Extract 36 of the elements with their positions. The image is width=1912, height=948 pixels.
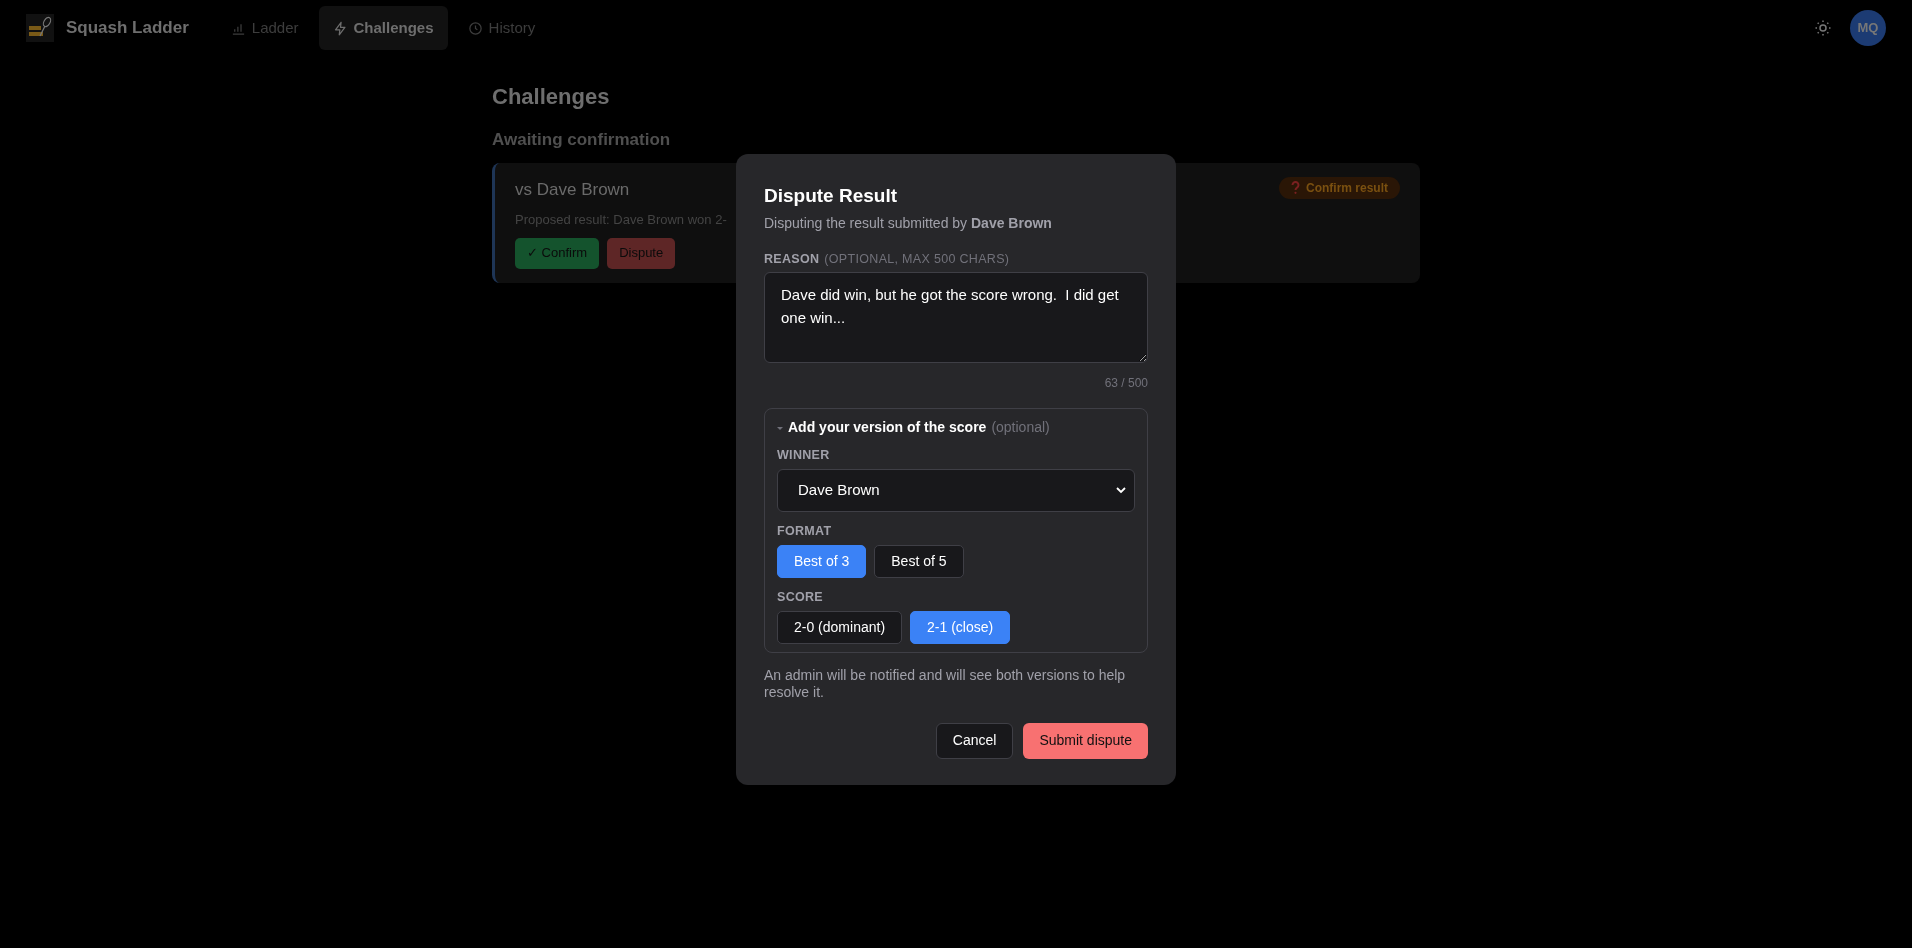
field-label: REASON — [764, 250, 820, 268]
lightning-icon — [332, 20, 348, 36]
question-mark-icon — [1291, 181, 1300, 194]
reason-field[interactable]: Dave did win, but he got the score wrong. I did get one win... — [764, 272, 1148, 364]
dialog-note: An admin will be notified and will see both versions to help resolve it. — [764, 666, 1127, 701]
nav-tab[interactable]: Challenges — [318, 6, 448, 50]
confirm-button[interactable]: ✓ Confirm — [515, 237, 600, 269]
sun-icon[interactable] — [1814, 19, 1832, 37]
score-option[interactable]: 2-1 (close) — [910, 610, 1011, 644]
character-counter: 63 / 500 — [1103, 375, 1148, 393]
chevron-down-icon — [1116, 487, 1126, 494]
nav-tab[interactable]: History — [453, 6, 550, 50]
winner-select[interactable]: Dave Brown — [777, 469, 1135, 512]
submit-button[interactable]: Submit dispute — [1023, 722, 1148, 759]
field-hint: (OPTIONAL, MAX 500 CHARS) — [824, 250, 1010, 268]
status-badge: Confirm result — [1279, 176, 1400, 199]
cancel-button[interactable]: Cancel — [935, 722, 1014, 759]
logo-icon — [26, 14, 54, 42]
score-option[interactable]: 2-0 (dominant) — [777, 610, 903, 644]
field-label: FORMAT — [777, 523, 833, 540]
field-label: SCORE — [777, 588, 824, 606]
section-heading: Awaiting confirmation — [492, 129, 672, 151]
dialog-title: Dispute Result — [764, 184, 899, 208]
opponent-name: vs Dave Brown — [515, 178, 630, 201]
field-label: WINNER — [777, 447, 831, 465]
disclosure-icon[interactable] — [777, 425, 783, 430]
format-option[interactable]: Best of 3 — [777, 544, 867, 578]
clock-icon — [467, 20, 483, 36]
user-avatar[interactable]: MQ — [1850, 10, 1886, 46]
section-title[interactable]: Add your version of the score — [788, 417, 987, 439]
nav-tab[interactable]: Ladder — [216, 6, 313, 50]
dialog-subtitle: Disputing the result submitted by Dave Brown — [764, 213, 1053, 233]
section-hint: (optional) — [991, 418, 1050, 438]
format-option[interactable]: Best of 5 — [874, 544, 964, 578]
app-title: Squash Ladder — [66, 17, 189, 40]
page-title: Challenges — [492, 83, 611, 111]
